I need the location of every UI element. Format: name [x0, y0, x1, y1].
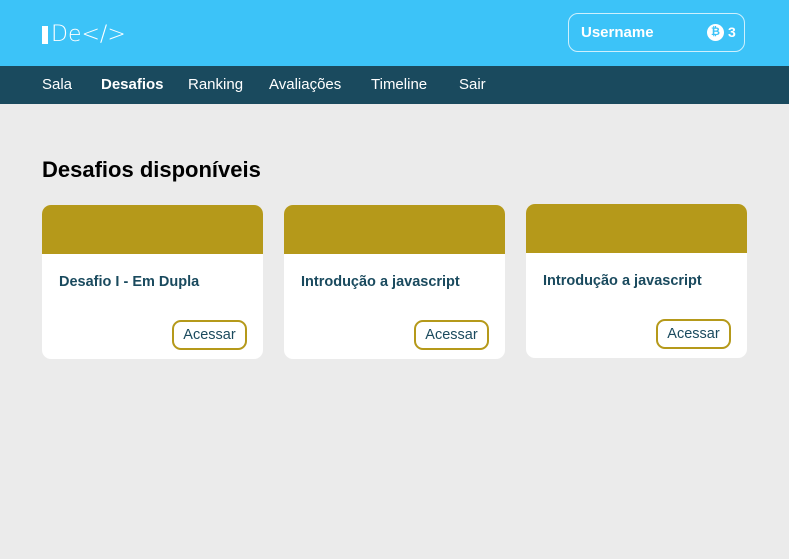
logo[interactable]: De</>: [42, 24, 126, 46]
bitcoin-icon: ₿: [707, 24, 724, 41]
coin-count: 3: [728, 24, 736, 40]
page-title: Desafios disponíveis: [42, 157, 261, 182]
card-title: Introdução a javascript: [543, 273, 702, 289]
access-button[interactable]: Acessar: [172, 320, 247, 350]
nav-item-avaliacoes[interactable]: Avaliações: [269, 76, 341, 93]
user-profile-box[interactable]: Username ₿ 3: [568, 13, 745, 52]
challenge-card: Introdução a javascript Acessar: [284, 205, 505, 359]
card-banner: [526, 204, 747, 253]
nav-item-desafios[interactable]: Desafios: [101, 76, 164, 93]
card-title: Desafio I - Em Dupla: [59, 274, 200, 290]
access-button[interactable]: Acessar: [414, 320, 489, 350]
nav-item-ranking[interactable]: Ranking: [188, 76, 243, 93]
nav-item-sala[interactable]: Sala: [42, 76, 72, 93]
access-button[interactable]: Acessar: [656, 319, 731, 349]
card-title: Introdução a javascript: [301, 274, 460, 290]
logo-text: De</>: [51, 22, 126, 47]
card-banner: [42, 205, 263, 254]
challenge-card: Introdução a javascript Acessar: [526, 204, 747, 358]
top-header: De</> Username ₿ 3: [0, 0, 789, 66]
nav-item-timeline[interactable]: Timeline: [371, 76, 427, 93]
logo-mark: [42, 26, 48, 44]
nav-item-sair[interactable]: Sair: [459, 76, 486, 93]
main-nav: Sala Desafios Ranking Avaliações Timelin…: [0, 66, 789, 104]
challenge-card: Desafio I - Em Dupla Acessar: [42, 205, 263, 359]
username: Username: [581, 24, 654, 41]
card-banner: [284, 205, 505, 254]
